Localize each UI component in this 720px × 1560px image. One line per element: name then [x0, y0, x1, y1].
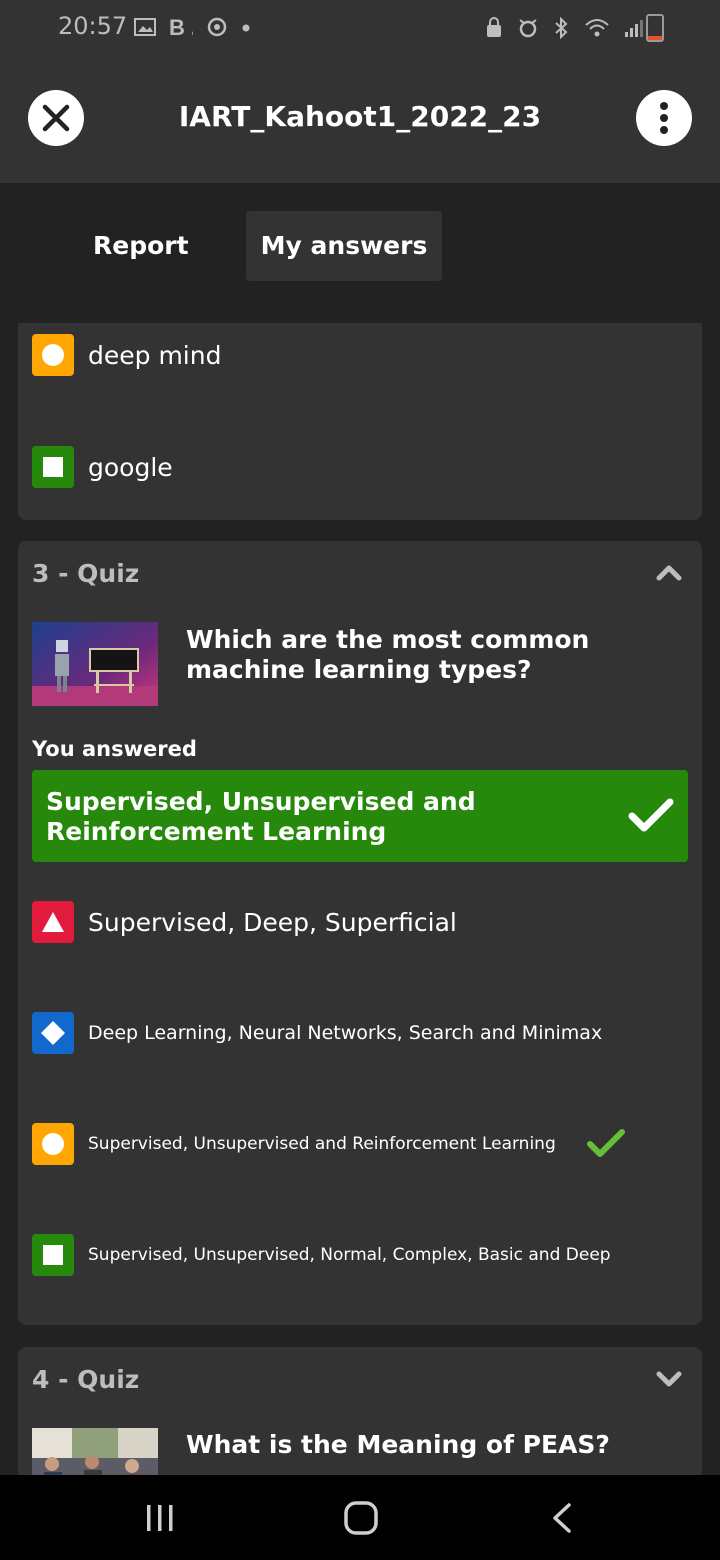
status-system-icons: [485, 14, 644, 39]
question-image: [32, 622, 158, 706]
more-vert-icon: [660, 102, 668, 134]
your-answer-box: Supervised, Unsupervised and Reinforceme…: [32, 770, 688, 862]
sync-icon: [207, 17, 227, 37]
diamond-shape-icon: [32, 1012, 74, 1054]
svg-text:B.: B.: [169, 16, 193, 38]
tab-report[interactable]: Report: [71, 211, 211, 281]
app-title: IART_Kahoot1_2022_23: [178, 100, 542, 133]
alarm-icon: [519, 18, 537, 37]
option-text: Supervised, Deep, Superficial: [88, 907, 457, 937]
option-text: Supervised, Unsupervised, Normal, Comple…: [88, 1245, 611, 1265]
circle-shape-icon: [32, 1123, 74, 1165]
status-bar: 20:57 B.: [0, 0, 720, 56]
expand-button[interactable]: [656, 1371, 682, 1391]
option-text: google: [88, 452, 173, 482]
app-bar: IART_Kahoot1_2022_23: [0, 56, 720, 183]
circle-shape-icon: [32, 334, 74, 376]
lock-icon: [486, 16, 501, 37]
system-nav-bar: [0, 1475, 720, 1560]
question-text: Which are the most common machine learni…: [186, 625, 590, 684]
b-app-icon: B.: [169, 15, 197, 40]
you-answered-label: You answered: [32, 737, 197, 761]
wifi-icon: [584, 18, 609, 36]
bluetooth-icon: [555, 16, 568, 39]
answers-list[interactable]: deep mind google 3 - Quiz Which are the …: [0, 323, 720, 1475]
recent-apps-icon[interactable]: [144, 1502, 176, 1534]
your-answer-text: Supervised, Unsupervised and Reinforceme…: [46, 787, 476, 846]
option-text: Supervised, Unsupervised and Reinforceme…: [88, 1134, 556, 1154]
collapse-button[interactable]: [656, 565, 682, 585]
status-time: 20:57: [58, 12, 128, 40]
option-text: deep mind: [88, 340, 222, 370]
dot-icon: [242, 24, 250, 32]
square-shape-icon: [32, 446, 74, 488]
option-square: google: [32, 431, 173, 503]
question-image: [32, 1428, 158, 1475]
option-circle: Supervised, Unsupervised and Reinforceme…: [32, 1108, 626, 1180]
home-icon[interactable]: [343, 1500, 379, 1536]
square-shape-icon: [32, 1234, 74, 1276]
quiz-card-4[interactable]: 4 - Quiz What is the Meaning of PEAS?: [18, 1347, 702, 1475]
correct-check-icon: [586, 1129, 625, 1157]
back-icon[interactable]: [550, 1502, 574, 1534]
chevron-down-icon: [656, 1371, 682, 1387]
more-options-button[interactable]: [636, 90, 692, 146]
tab-bar: Report My answers: [0, 183, 720, 323]
battery-icon: [646, 14, 664, 42]
triangle-shape-icon: [32, 901, 74, 943]
option-square: Supervised, Unsupervised, Normal, Comple…: [32, 1219, 611, 1291]
quiz-number-label: 4 - Quiz: [32, 1365, 140, 1394]
option-text: Deep Learning, Neural Networks, Search a…: [88, 1022, 603, 1044]
chevron-up-icon: [656, 565, 682, 581]
option-triangle: Supervised, Deep, Superficial: [32, 886, 457, 958]
option-diamond: Deep Learning, Neural Networks, Search a…: [32, 997, 602, 1069]
status-notification-icons: B.: [134, 14, 251, 40]
quiz-number-label: 3 - Quiz: [32, 559, 140, 588]
option-circle: deep mind: [32, 323, 221, 391]
quiz-card-2: deep mind google: [18, 323, 702, 520]
checkmark-icon: [628, 798, 674, 832]
signal-icon: [625, 19, 643, 37]
quiz-card-3: 3 - Quiz Which are the most common machi…: [18, 541, 702, 1325]
gallery-icon: [134, 18, 156, 36]
tab-my-answers[interactable]: My answers: [246, 211, 442, 281]
question-text: What is the Meaning of PEAS?: [186, 1430, 610, 1459]
